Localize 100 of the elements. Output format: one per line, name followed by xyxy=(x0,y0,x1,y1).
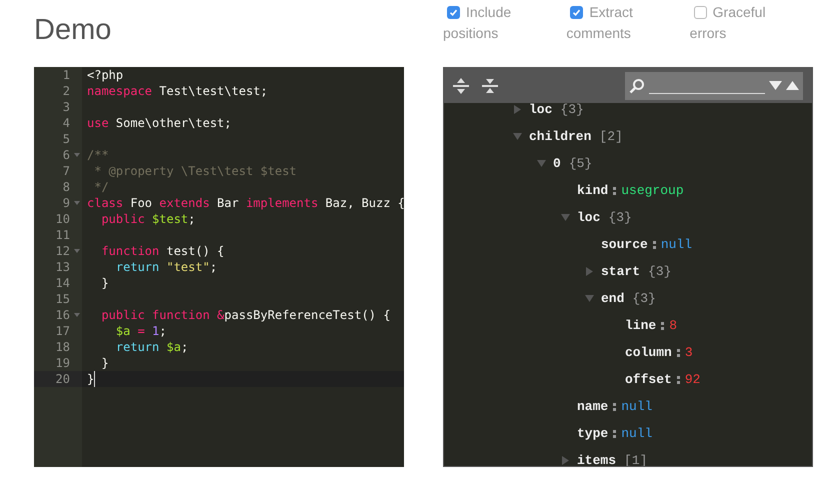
line-number: 19 xyxy=(54,355,70,371)
code-line: $a = 1; xyxy=(114,323,166,339)
tree-key[interactable]: 0 xyxy=(553,154,561,174)
code-line: */ xyxy=(93,179,109,195)
option-label: positions xyxy=(443,24,500,43)
tree-key[interactable]: source xyxy=(601,234,648,254)
tree-key[interactable]: column xyxy=(625,342,672,362)
search-icon xyxy=(629,78,645,94)
checkbox[interactable] xyxy=(570,6,584,19)
separator-icon xyxy=(661,322,664,330)
line-number: 12 xyxy=(54,243,70,259)
line-number: 6 xyxy=(62,147,70,163)
line-number: 14 xyxy=(54,275,70,291)
tree-count: {5} xyxy=(568,154,592,173)
tree-value: null xyxy=(621,424,652,443)
tree-count: {3} xyxy=(608,208,632,227)
line-number: 4 xyxy=(62,115,70,131)
option-label: Graceful xyxy=(712,3,766,22)
code-line: public $test; xyxy=(100,211,196,227)
caret-down-icon[interactable] xyxy=(537,159,546,168)
fold-arrow-icon[interactable] xyxy=(74,153,80,157)
separator-icon xyxy=(613,430,616,438)
code-line: return "test"; xyxy=(114,259,218,275)
collapse-all-icon[interactable] xyxy=(482,76,498,94)
code-line: } xyxy=(86,371,94,387)
code-line: * @property \Test\test $test xyxy=(93,163,297,179)
line-number: 17 xyxy=(54,323,70,339)
checkbox[interactable] xyxy=(447,6,460,19)
fold-arrow-icon[interactable] xyxy=(74,201,80,205)
option-label: errors xyxy=(690,24,728,43)
separator-icon xyxy=(652,240,656,248)
text-cursor xyxy=(94,371,96,387)
line-number: 2 xyxy=(62,83,70,99)
tree-key[interactable]: items xyxy=(577,450,616,466)
code-line: class Foo extends Bar implements Baz, Buzz { xyxy=(86,195,405,211)
tree-count: {3} xyxy=(648,262,672,281)
line-number: 3 xyxy=(62,99,70,115)
fold-arrow-icon[interactable] xyxy=(74,313,80,317)
line-number: 1 xyxy=(62,67,70,83)
tree-key[interactable]: line xyxy=(625,316,656,336)
code-line: namespace Test\test\test; xyxy=(86,83,268,99)
caret-down-icon[interactable] xyxy=(585,294,594,303)
tree-count: [2] xyxy=(599,128,623,146)
tree-key[interactable]: loc xyxy=(577,208,600,228)
tree-key[interactable]: name xyxy=(577,396,608,416)
option-label: Extract xyxy=(589,3,633,22)
code-line: public function &passByReferenceTest() { xyxy=(100,307,390,323)
line-number: 15 xyxy=(54,291,70,307)
code-line: use Some\other\test; xyxy=(86,115,232,131)
code-line: } xyxy=(100,275,109,291)
code-line: } xyxy=(100,355,109,371)
separator-icon xyxy=(613,186,616,194)
tree-key[interactable]: end xyxy=(601,288,624,308)
tree-value: null xyxy=(621,398,652,416)
previous-match-icon[interactable] xyxy=(786,81,799,90)
tree-value: 92 xyxy=(684,370,700,389)
separator-icon xyxy=(676,376,680,384)
line-number: 13 xyxy=(54,259,70,275)
code-editor[interactable] xyxy=(34,67,404,467)
tree-key[interactable]: start xyxy=(601,262,640,282)
tree-key[interactable]: kind xyxy=(577,180,608,200)
tree-key[interactable]: children xyxy=(529,126,592,146)
line-number: 9 xyxy=(62,195,70,211)
option-label: comments xyxy=(566,24,632,43)
code-line: <?php xyxy=(86,67,124,83)
expand-all-icon[interactable] xyxy=(453,76,469,94)
caret-right-icon[interactable] xyxy=(561,456,570,465)
tree-count: {3} xyxy=(560,103,584,119)
line-number: 7 xyxy=(62,163,70,179)
code-line: return $a; xyxy=(114,339,188,355)
option-label: Include xyxy=(466,3,512,22)
caret-right-icon[interactable] xyxy=(585,267,594,276)
line-number: 10 xyxy=(54,211,70,227)
tree-value: usegroup xyxy=(621,182,684,200)
tree-key[interactable]: offset xyxy=(625,370,672,390)
tree-value: 8 xyxy=(669,316,678,335)
fold-arrow-icon[interactable] xyxy=(74,249,80,253)
tree-key[interactable]: type xyxy=(577,424,608,444)
code-line: function test() { xyxy=(100,243,224,259)
tree-value: 3 xyxy=(684,344,693,362)
separator-icon xyxy=(676,348,680,356)
search-field[interactable] xyxy=(625,72,803,100)
caret-down-icon[interactable] xyxy=(513,132,522,141)
line-number: 5 xyxy=(62,131,70,147)
check-icon xyxy=(449,8,458,17)
next-match-icon[interactable] xyxy=(769,81,782,90)
checkbox[interactable] xyxy=(694,6,707,19)
caret-right-icon[interactable] xyxy=(513,105,522,114)
page-title: Demo xyxy=(34,13,112,48)
check-icon xyxy=(572,8,582,17)
code-line: /** xyxy=(86,147,109,163)
line-number: 11 xyxy=(54,227,70,243)
tree-count: {3} xyxy=(632,290,656,308)
line-number: 18 xyxy=(54,339,70,355)
line-number: 20 xyxy=(54,371,70,387)
caret-down-icon[interactable] xyxy=(561,213,570,222)
separator-icon xyxy=(613,402,616,410)
line-number: 8 xyxy=(62,179,70,195)
tree-key[interactable]: loc xyxy=(529,103,552,120)
line-number: 16 xyxy=(54,307,70,323)
